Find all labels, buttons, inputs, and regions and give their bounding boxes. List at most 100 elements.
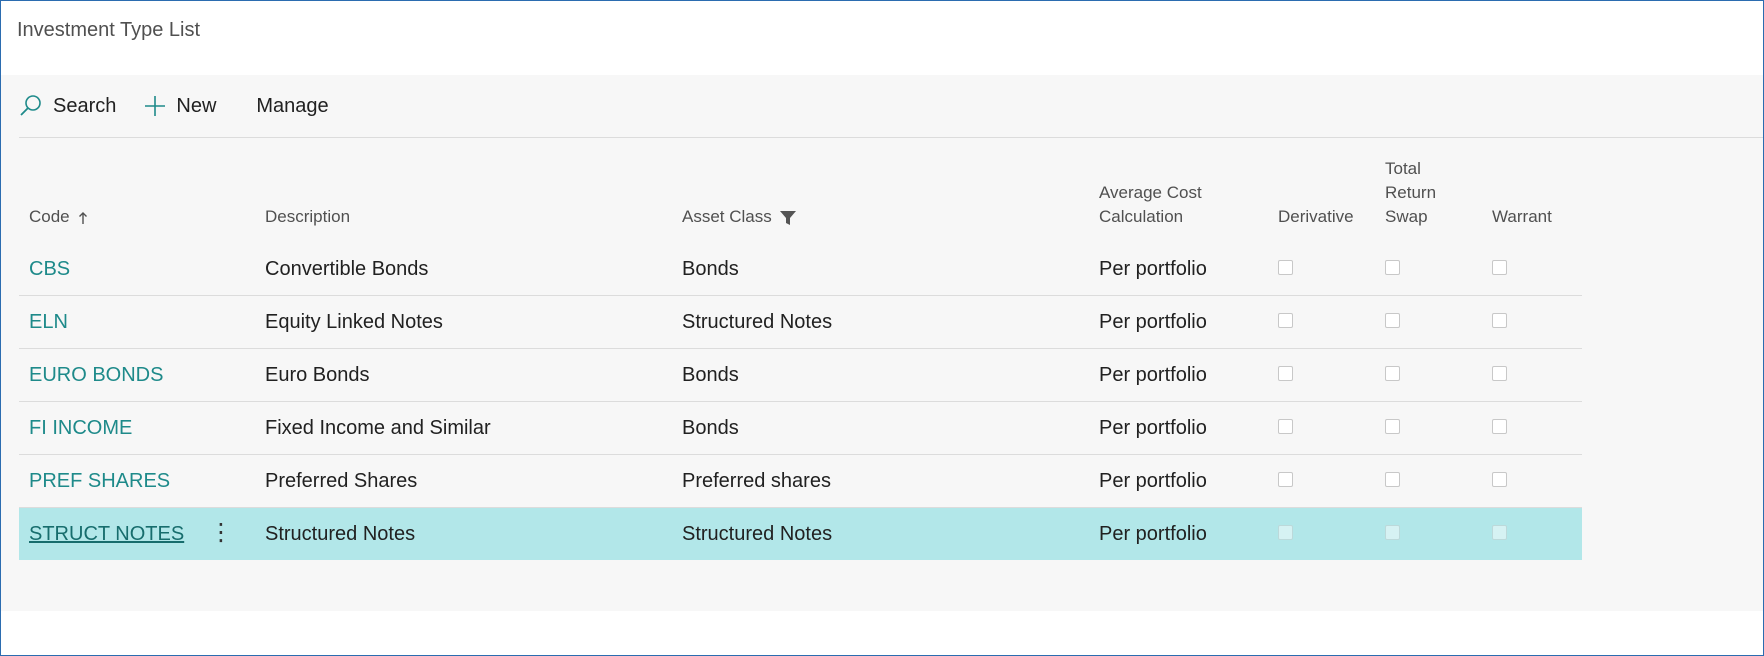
cell-row-actions [199, 454, 255, 508]
cell-warrant [1482, 243, 1582, 296]
cell-asset-class: Structured Notes [672, 295, 1089, 349]
table-row[interactable]: ELN Equity Linked Notes Structured Notes… [19, 295, 1582, 349]
code-link[interactable]: EURO BONDS [29, 364, 163, 386]
cell-asset-class: Bonds [672, 401, 1089, 455]
cell-asset-class: Structured Notes [672, 507, 1089, 560]
warrant-checkbox[interactable] [1492, 259, 1507, 275]
column-header-warrant[interactable]: Warrant [1482, 137, 1582, 243]
code-link[interactable]: FI INCOME [29, 417, 132, 439]
cell-average-cost: Per portfolio [1089, 507, 1268, 560]
total-return-swap-checkbox[interactable] [1385, 471, 1400, 487]
cell-total-return-swap [1375, 454, 1482, 508]
column-header-actions [199, 137, 255, 243]
cell-row-actions: ⋮ [199, 507, 255, 560]
cell-code: CBS [19, 243, 199, 296]
table-row[interactable]: CBS Convertible Bonds Bonds Per portfoli… [19, 243, 1582, 296]
cell-code: EURO BONDS [19, 348, 199, 402]
search-button[interactable]: Search [19, 86, 116, 126]
derivative-checkbox[interactable] [1278, 471, 1293, 487]
cell-average-cost: Per portfolio [1089, 401, 1268, 455]
derivative-checkbox[interactable] [1278, 418, 1293, 434]
more-options-icon[interactable]: ⋮ [209, 520, 233, 544]
bottom-area [1, 611, 1763, 655]
warrant-checkbox[interactable] [1492, 418, 1507, 434]
total-return-swap-checkbox[interactable] [1385, 259, 1400, 275]
funnel-icon [780, 210, 797, 225]
table-row[interactable]: STRUCT NOTES ⋮ Structured Notes Structur… [19, 507, 1582, 560]
cell-description: Euro Bonds [255, 348, 672, 402]
code-link[interactable]: STRUCT NOTES [29, 523, 184, 545]
table-header-row: Code Description Asset Class Average Cos… [19, 137, 1582, 243]
cell-code: FI INCOME [19, 401, 199, 455]
column-header-derivative[interactable]: Derivative [1268, 137, 1375, 243]
plus-icon [145, 96, 166, 116]
table-row[interactable]: PREF SHARES Preferred Shares Preferred s… [19, 454, 1582, 508]
window-frame: Investment Type List Search New Manage C… [0, 0, 1764, 656]
total-return-swap-checkbox[interactable] [1385, 524, 1400, 540]
column-header-average-cost[interactable]: Average Cost Calculation [1089, 137, 1268, 243]
manage-button[interactable]: Manage [256, 86, 328, 126]
cell-description: Equity Linked Notes [255, 295, 672, 349]
column-header-description[interactable]: Description [255, 137, 672, 243]
cell-asset-class: Bonds [672, 348, 1089, 402]
column-header-total-return-swap[interactable]: Total Return Swap [1375, 137, 1482, 243]
cell-row-actions [199, 243, 255, 296]
action-bar: Search New Manage [19, 75, 1763, 138]
cell-warrant [1482, 295, 1582, 349]
warrant-checkbox[interactable] [1492, 312, 1507, 328]
cell-derivative [1268, 507, 1375, 560]
total-return-swap-checkbox[interactable] [1385, 418, 1400, 434]
search-icon [20, 95, 41, 116]
derivative-checkbox[interactable] [1278, 312, 1293, 328]
search-label: Search [53, 94, 117, 117]
column-header-asset-class[interactable]: Asset Class [672, 137, 1089, 243]
code-link[interactable]: ELN [29, 311, 68, 333]
cell-derivative [1268, 243, 1375, 296]
cell-total-return-swap [1375, 348, 1482, 402]
list-content: Search New Manage Code Description Asset… [1, 75, 1763, 611]
cell-warrant [1482, 348, 1582, 402]
cell-description: Preferred Shares [255, 454, 672, 508]
cell-derivative [1268, 454, 1375, 508]
table-row[interactable]: FI INCOME Fixed Income and Similar Bonds… [19, 401, 1582, 455]
cell-total-return-swap [1375, 401, 1482, 455]
total-return-swap-checkbox[interactable] [1385, 365, 1400, 381]
total-return-swap-checkbox[interactable] [1385, 312, 1400, 328]
derivative-checkbox[interactable] [1278, 524, 1293, 540]
cell-average-cost: Per portfolio [1089, 454, 1268, 508]
cell-code: STRUCT NOTES [19, 507, 199, 560]
cell-average-cost: Per portfolio [1089, 295, 1268, 349]
warrant-checkbox[interactable] [1492, 524, 1507, 540]
new-button[interactable]: New [144, 86, 216, 126]
cell-warrant [1482, 454, 1582, 508]
cell-total-return-swap [1375, 243, 1482, 296]
manage-label: Manage [256, 94, 329, 117]
warrant-checkbox[interactable] [1492, 471, 1507, 487]
table-row[interactable]: EURO BONDS Euro Bonds Bonds Per portfoli… [19, 348, 1582, 402]
page-title: Investment Type List [17, 19, 201, 41]
cell-average-cost: Per portfolio [1099, 257, 1207, 280]
code-link[interactable]: PREF SHARES [29, 470, 170, 492]
cell-derivative [1268, 295, 1375, 349]
new-label: New [176, 94, 217, 117]
cell-total-return-swap [1375, 507, 1482, 560]
derivative-checkbox[interactable] [1278, 365, 1293, 381]
code-link[interactable]: CBS [29, 258, 70, 280]
cell-warrant [1482, 507, 1582, 560]
investment-type-table: Code Description Asset Class Average Cos… [19, 137, 1582, 560]
cell-row-actions [199, 348, 255, 402]
cell-description: Convertible Bonds [265, 257, 429, 280]
cell-asset-class: Preferred shares [672, 454, 1089, 508]
cell-description: Structured Notes [255, 507, 672, 560]
warrant-checkbox[interactable] [1492, 365, 1507, 381]
cell-derivative [1268, 401, 1375, 455]
derivative-checkbox[interactable] [1278, 259, 1293, 275]
cell-asset-class: Bonds [682, 257, 739, 280]
arrow-up-icon [79, 211, 88, 224]
cell-row-actions [199, 295, 255, 349]
cell-average-cost: Per portfolio [1089, 348, 1268, 402]
cell-warrant [1482, 401, 1582, 455]
column-header-code[interactable]: Code [19, 137, 199, 243]
cell-derivative [1268, 348, 1375, 402]
cell-row-actions [199, 401, 255, 455]
